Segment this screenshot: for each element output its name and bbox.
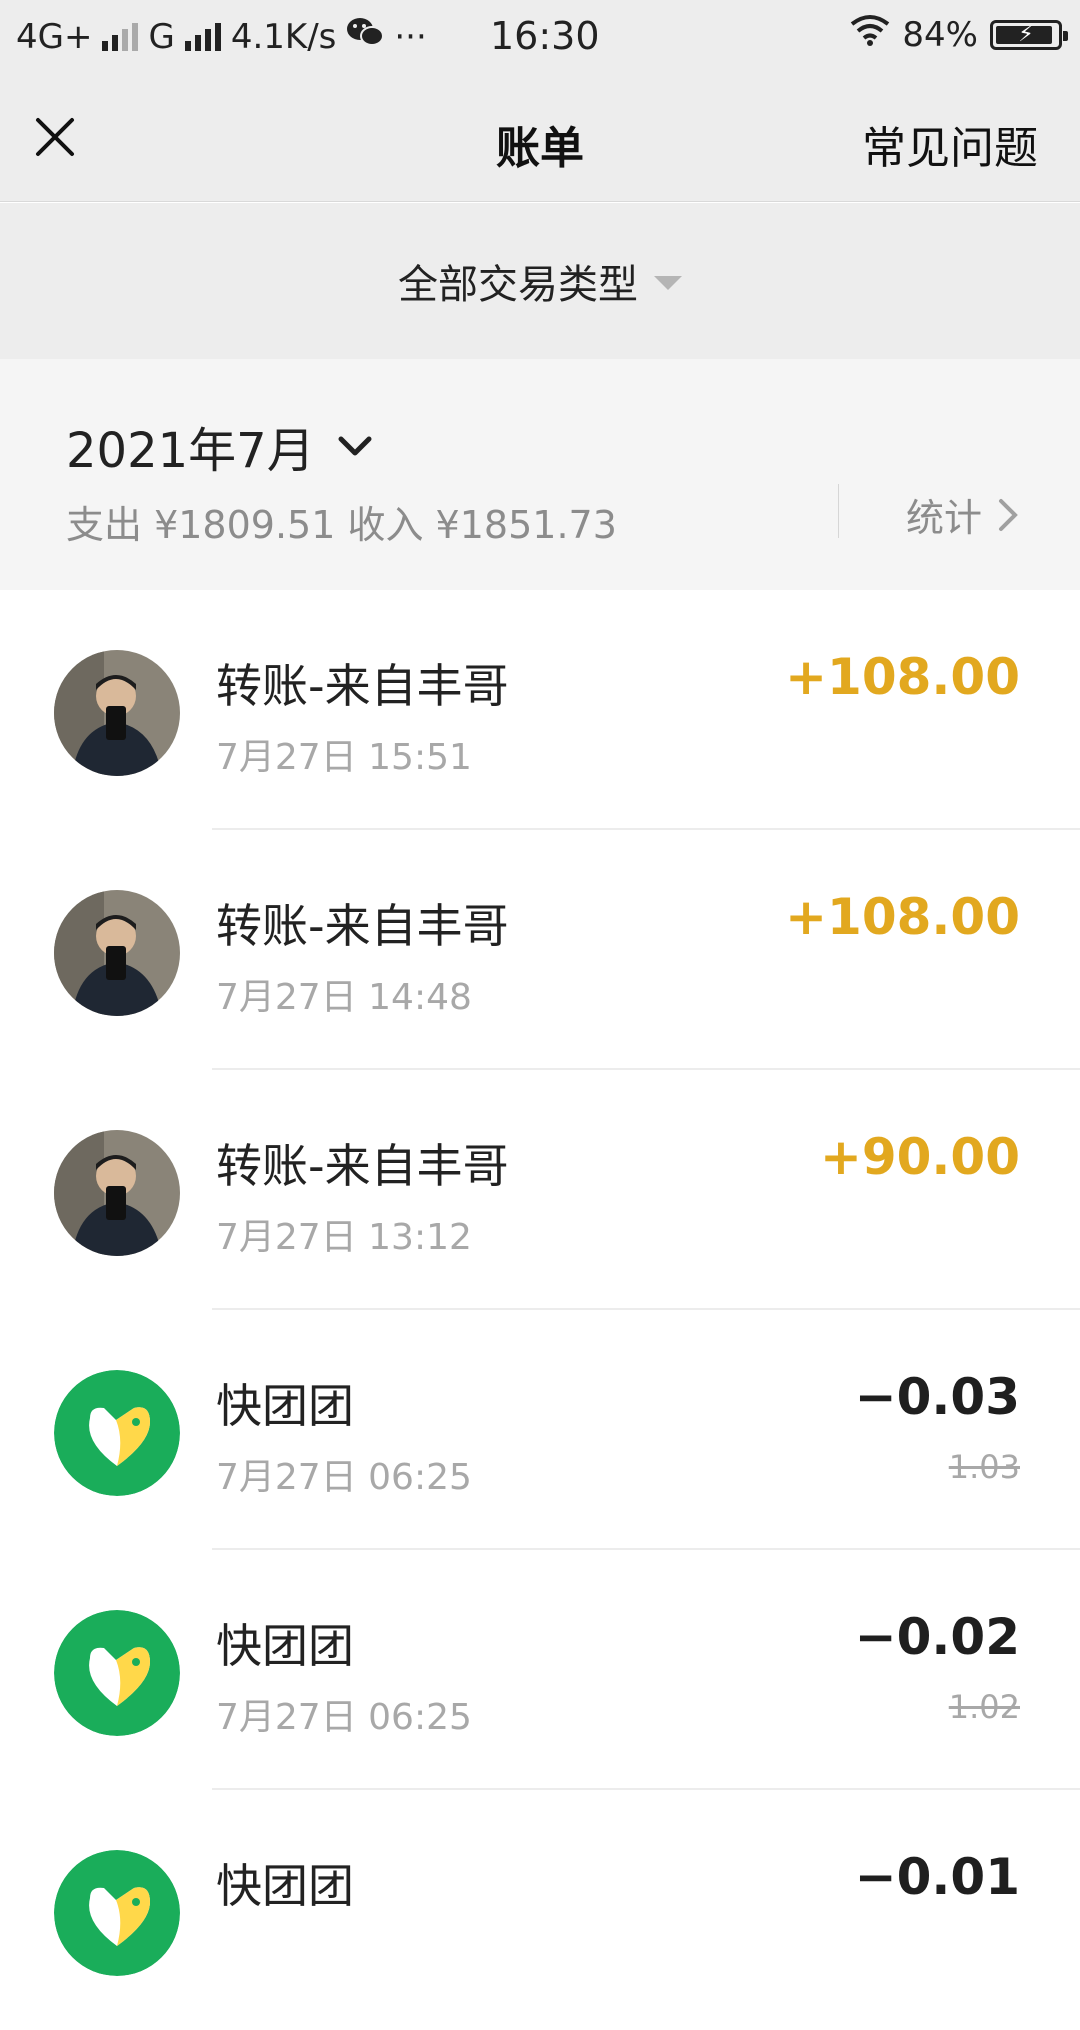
statistics-label: 统计	[906, 496, 983, 540]
month-totals: 支出 ¥1809.51 收入 ¥1851.73	[66, 503, 617, 547]
network-label-2: G	[148, 16, 175, 57]
status-left: 4G+ G 4.1K/s ···	[16, 16, 427, 57]
transaction-title: 转账-来自丰哥	[216, 659, 509, 713]
nav-bar: 账单 常见问题	[0, 76, 1080, 202]
kuaituantuan-logo-icon	[54, 1610, 180, 1736]
transaction-amount: −0.03	[854, 1368, 1020, 1426]
month-selector[interactable]: 2021年7月	[66, 411, 373, 481]
transaction-title: 快团团	[216, 1379, 354, 1433]
transaction-type-filter[interactable]: 全部交易类型	[398, 252, 682, 310]
transaction-row[interactable]: 快团团 −0.01	[0, 1790, 1080, 2030]
wifi-icon	[850, 14, 890, 55]
chevron-right-icon	[999, 498, 1018, 531]
original-amount: 1.03	[948, 1448, 1020, 1486]
avatar	[54, 890, 180, 1016]
divider	[838, 484, 839, 538]
transaction-amount: −0.02	[854, 1608, 1020, 1666]
transaction-time: 7月27日 06:25	[216, 1697, 472, 1738]
status-right: 84% ⚡	[850, 14, 1068, 55]
filter-label: 全部交易类型	[398, 262, 638, 308]
transaction-row[interactable]: 快团团 7月27日 06:25 −0.03 1.03	[0, 1310, 1080, 1550]
transaction-amount: +90.00	[819, 1128, 1020, 1186]
transaction-amount: −0.01	[854, 1848, 1020, 1906]
signal-icon	[102, 22, 139, 51]
original-amount: 1.02	[948, 1688, 1020, 1726]
network-label: 4G+	[16, 16, 93, 57]
kuaituantuan-logo-icon	[54, 1370, 180, 1496]
chevron-down-icon	[338, 436, 372, 456]
kuaituantuan-logo-icon	[54, 1850, 180, 1976]
transaction-amount: +108.00	[785, 648, 1020, 706]
transaction-title: 快团团	[216, 1619, 354, 1673]
caret-down-icon	[654, 276, 682, 290]
transaction-title: 转账-来自丰哥	[216, 899, 509, 953]
transaction-time: 7月27日 06:25	[216, 1457, 472, 1498]
transaction-row[interactable]: 转账-来自丰哥 7月27日 14:48 +108.00	[0, 830, 1080, 1070]
battery-percent: 84%	[902, 14, 978, 55]
wechat-icon	[346, 16, 385, 57]
transaction-title: 转账-来自丰哥	[216, 1139, 509, 1193]
transaction-time: 7月27日 15:51	[216, 737, 472, 778]
transaction-list: 转账-来自丰哥 7月27日 15:51 +108.00 转账-来自丰哥 7月27…	[0, 590, 1080, 2030]
transaction-row[interactable]: 转账-来自丰哥 7月27日 15:51 +108.00	[0, 590, 1080, 830]
more-dots: ···	[394, 16, 427, 57]
month-summary: 2021年7月 支出 ¥1809.51 收入 ¥1851.73 统计	[0, 359, 1080, 590]
clock: 16:30	[490, 14, 600, 58]
avatar	[54, 1130, 180, 1256]
filter-bar: 全部交易类型	[0, 203, 1080, 359]
transaction-amount: +108.00	[785, 888, 1020, 946]
transaction-time: 7月27日 13:12	[216, 1217, 472, 1258]
avatar	[54, 650, 180, 776]
status-bar: 4G+ G 4.1K/s ··· 16:30 84% ⚡	[0, 0, 1080, 76]
battery-icon: ⚡	[990, 19, 1068, 50]
statistics-link[interactable]: 统计	[906, 487, 1018, 542]
transaction-time: 7月27日 14:48	[216, 977, 472, 1018]
transaction-row[interactable]: 转账-来自丰哥 7月27日 13:12 +90.00	[0, 1070, 1080, 1310]
transaction-row[interactable]: 快团团 7月27日 06:25 −0.02 1.02	[0, 1550, 1080, 1790]
faq-link[interactable]: 常见问题	[862, 112, 1038, 176]
network-speed: 4.1K/s	[230, 16, 337, 57]
month-label: 2021年7月	[66, 423, 315, 479]
signal-icon-2	[184, 22, 221, 51]
transaction-title: 快团团	[216, 1859, 354, 1913]
